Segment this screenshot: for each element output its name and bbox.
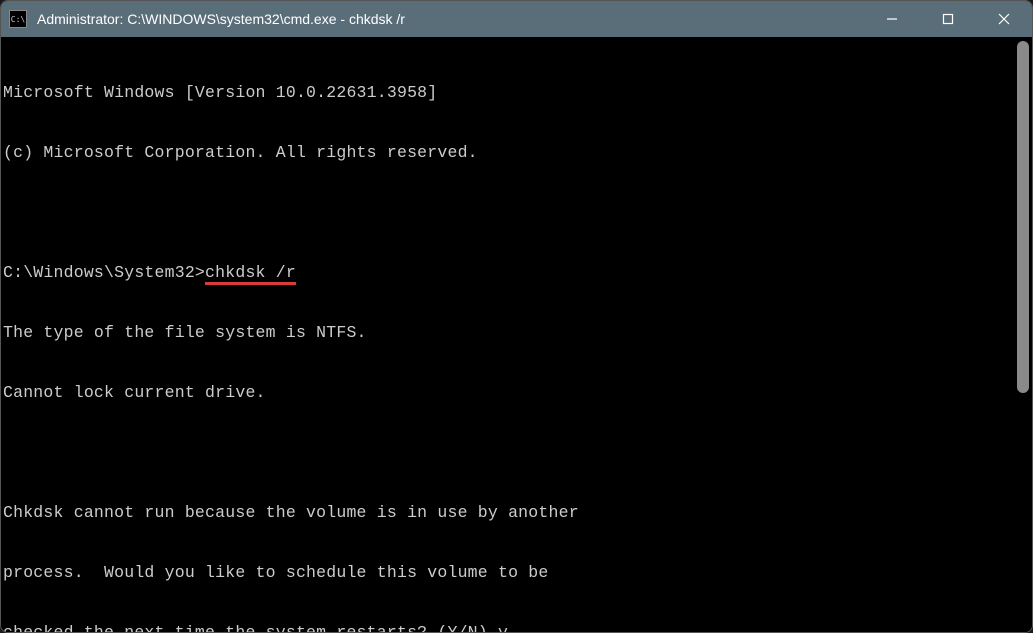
prompt-prefix: C:\Windows\System32> xyxy=(3,263,205,282)
output-blank xyxy=(3,443,1030,463)
maximize-button[interactable] xyxy=(920,1,976,37)
prompt-question: checked the next time the system restart… xyxy=(3,623,498,632)
cmd-window: C:\ Administrator: C:\WINDOWS\system32\c… xyxy=(0,0,1033,633)
minimize-button[interactable] xyxy=(864,1,920,37)
output-line: (c) Microsoft Corporation. All rights re… xyxy=(3,143,1030,163)
output-line: Chkdsk cannot run because the volume is … xyxy=(3,503,1030,523)
maximize-icon xyxy=(942,13,954,25)
output-line: process. Would you like to schedule this… xyxy=(3,563,1030,583)
window-title: Administrator: C:\WINDOWS\system32\cmd.e… xyxy=(37,11,864,27)
window-controls xyxy=(864,1,1032,37)
prompt-line: C:\Windows\System32>chkdsk /r xyxy=(3,263,1030,283)
typed-command: chkdsk /r xyxy=(205,263,296,285)
scrollbar-thumb[interactable] xyxy=(1017,41,1029,393)
close-icon xyxy=(998,13,1010,25)
minimize-icon xyxy=(886,13,898,25)
terminal-body[interactable]: Microsoft Windows [Version 10.0.22631.39… xyxy=(1,37,1032,632)
user-response: y xyxy=(498,623,508,632)
cmd-app-icon: C:\ xyxy=(9,10,27,28)
titlebar[interactable]: C:\ Administrator: C:\WINDOWS\system32\c… xyxy=(1,1,1032,37)
close-button[interactable] xyxy=(976,1,1032,37)
terminal-output: Microsoft Windows [Version 10.0.22631.39… xyxy=(1,37,1032,632)
output-line: Cannot lock current drive. xyxy=(3,383,1030,403)
scrollbar[interactable] xyxy=(1017,41,1029,628)
output-line: checked the next time the system restart… xyxy=(3,623,1030,632)
output-line: Microsoft Windows [Version 10.0.22631.39… xyxy=(3,83,1030,103)
output-blank xyxy=(3,203,1030,223)
output-line: The type of the file system is NTFS. xyxy=(3,323,1030,343)
